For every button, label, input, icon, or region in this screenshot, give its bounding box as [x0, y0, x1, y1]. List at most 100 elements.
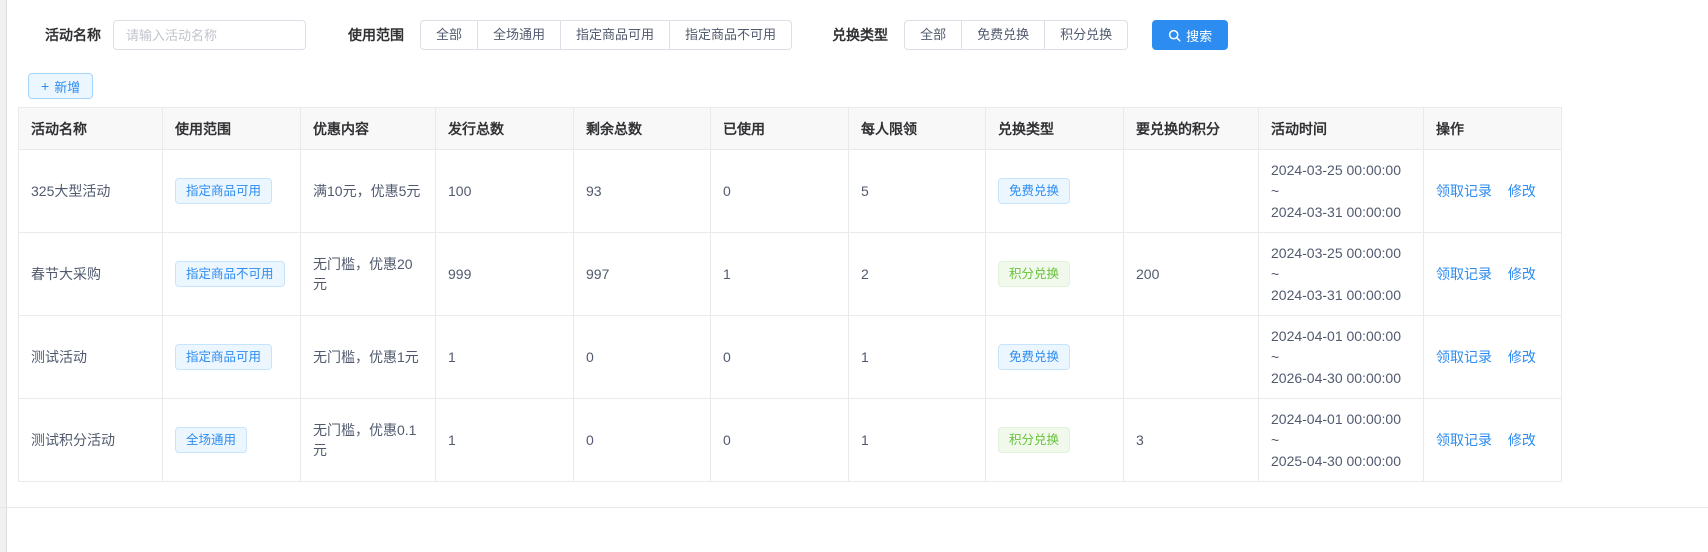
claim-records-link[interactable]: 领取记录: [1436, 183, 1492, 199]
add-button[interactable]: + 新增: [28, 73, 93, 99]
time-separator: ~: [1271, 430, 1411, 451]
search-icon: [1168, 29, 1181, 42]
cell-points-required: 3: [1124, 399, 1259, 482]
modify-link[interactable]: 修改: [1508, 266, 1536, 282]
table-row: 春节大采购 指定商品不可用 无门槛，优惠20元 999 997 1 2 积分兑换…: [19, 233, 1562, 316]
claim-records-link[interactable]: 领取记录: [1436, 349, 1492, 365]
cell-exchange-type: 免费兑换: [986, 150, 1124, 233]
cell-scope: 指定商品可用: [163, 150, 301, 233]
exchange-type-label: 兑换类型: [832, 25, 888, 45]
scope-tag: 指定商品可用: [175, 344, 272, 370]
search-button[interactable]: 搜索: [1152, 20, 1228, 50]
exchange-type-tag: 积分兑换: [998, 427, 1070, 453]
cell-points-required: [1124, 316, 1259, 399]
table-body: 325大型活动 指定商品可用 满10元，优惠5元 100 93 0 5 免费兑换…: [19, 150, 1562, 482]
col-header-scope: 使用范围: [163, 108, 301, 150]
col-header-points-required: 要兑换的积分: [1124, 108, 1259, 150]
modify-link[interactable]: 修改: [1508, 432, 1536, 448]
col-header-total-issued: 发行总数: [436, 108, 574, 150]
table-row: 325大型活动 指定商品可用 满10元，优惠5元 100 93 0 5 免费兑换…: [19, 150, 1562, 233]
cell-limit-per-person: 1: [849, 316, 986, 399]
scope-tag: 全场通用: [175, 427, 247, 453]
time-separator: ~: [1271, 181, 1411, 202]
cell-used: 0: [711, 316, 849, 399]
cell-activity-time: 2024-03-25 00:00:00 ~ 2024-03-31 00:00:0…: [1259, 150, 1424, 233]
time-end: 2024-03-31 00:00:00: [1271, 202, 1411, 223]
col-header-exchange-type: 兑换类型: [986, 108, 1124, 150]
cell-points-required: [1124, 150, 1259, 233]
modify-link[interactable]: 修改: [1508, 349, 1536, 365]
page-left-edge: [0, 0, 7, 552]
time-separator: ~: [1271, 264, 1411, 285]
exchange-option-free[interactable]: 免费兑换: [962, 20, 1045, 50]
claim-records-link[interactable]: 领取记录: [1436, 266, 1492, 282]
col-header-remaining: 剩余总数: [574, 108, 711, 150]
cell-actions: 领取记录 修改: [1424, 233, 1562, 316]
search-button-label: 搜索: [1186, 26, 1212, 45]
time-separator: ~: [1271, 347, 1411, 368]
scope-tag: 指定商品可用: [175, 178, 272, 204]
cell-discount-content: 满10元，优惠5元: [301, 150, 436, 233]
cell-discount-content: 无门槛，优惠1元: [301, 316, 436, 399]
col-header-activity-name: 活动名称: [19, 108, 163, 150]
scope-radio-group: 全部 全场通用 指定商品可用 指定商品不可用: [420, 20, 792, 50]
time-start: 2024-04-01 00:00:00: [1271, 409, 1411, 430]
scope-option-designated-allowed[interactable]: 指定商品可用: [561, 20, 670, 50]
exchange-type-tag: 积分兑换: [998, 261, 1070, 287]
modify-link[interactable]: 修改: [1508, 183, 1536, 199]
scope-option-all[interactable]: 全部: [420, 20, 478, 50]
plus-icon: +: [41, 79, 49, 93]
activity-name-input[interactable]: [113, 20, 306, 50]
filter-bar: 活动名称 使用范围 全部 全场通用 指定商品可用 指定商品不可用 兑换类型 全部…: [45, 20, 1708, 50]
cell-total-issued: 1: [436, 399, 574, 482]
claim-records-link[interactable]: 领取记录: [1436, 432, 1492, 448]
cell-remaining: 997: [574, 233, 711, 316]
cell-used: 0: [711, 150, 849, 233]
cell-points-required: 200: [1124, 233, 1259, 316]
scope-option-designated-not-allowed[interactable]: 指定商品不可用: [670, 20, 792, 50]
cell-total-issued: 1: [436, 316, 574, 399]
exchange-radio-group: 全部 免费兑换 积分兑换: [904, 20, 1128, 50]
cell-limit-per-person: 2: [849, 233, 986, 316]
table-row: 测试活动 指定商品可用 无门槛，优惠1元 1 0 0 1 免费兑换 2024-0…: [19, 316, 1562, 399]
scope-option-universal[interactable]: 全场通用: [478, 20, 561, 50]
table-header: 活动名称 使用范围 优惠内容 发行总数 剩余总数 已使用 每人限领 兑换类型 要…: [19, 108, 1562, 150]
activity-name-label: 活动名称: [45, 25, 101, 45]
exchange-type-tag: 免费兑换: [998, 344, 1070, 370]
col-header-actions: 操作: [1424, 108, 1562, 150]
exchange-type-tag: 免费兑换: [998, 178, 1070, 204]
cell-remaining: 0: [574, 399, 711, 482]
add-button-label: 新增: [54, 77, 80, 96]
cell-actions: 领取记录 修改: [1424, 399, 1562, 482]
col-header-activity-time: 活动时间: [1259, 108, 1424, 150]
time-start: 2024-03-25 00:00:00: [1271, 243, 1411, 264]
cell-remaining: 0: [574, 316, 711, 399]
cell-total-issued: 100: [436, 150, 574, 233]
scope-tag: 指定商品不可用: [175, 261, 285, 287]
exchange-option-points[interactable]: 积分兑换: [1045, 20, 1128, 50]
cell-activity-name: 测试积分活动: [19, 399, 163, 482]
cell-activity-time: 2024-04-01 00:00:00 ~ 2025-04-30 00:00:0…: [1259, 399, 1424, 482]
table-row: 测试积分活动 全场通用 无门槛，优惠0.1元 1 0 0 1 积分兑换 3 20…: [19, 399, 1562, 482]
cell-activity-name: 测试活动: [19, 316, 163, 399]
cell-discount-content: 无门槛，优惠0.1元: [301, 399, 436, 482]
cell-used: 0: [711, 399, 849, 482]
cell-actions: 领取记录 修改: [1424, 316, 1562, 399]
cell-total-issued: 999: [436, 233, 574, 316]
cell-scope: 指定商品可用: [163, 316, 301, 399]
cell-limit-per-person: 5: [849, 150, 986, 233]
cell-remaining: 93: [574, 150, 711, 233]
cell-actions: 领取记录 修改: [1424, 150, 1562, 233]
time-end: 2025-04-30 00:00:00: [1271, 451, 1411, 472]
cell-activity-time: 2024-03-25 00:00:00 ~ 2024-03-31 00:00:0…: [1259, 233, 1424, 316]
time-end: 2024-03-31 00:00:00: [1271, 285, 1411, 306]
cell-scope: 全场通用: [163, 399, 301, 482]
exchange-option-all[interactable]: 全部: [904, 20, 962, 50]
cell-activity-time: 2024-04-01 00:00:00 ~ 2026-04-30 00:00:0…: [1259, 316, 1424, 399]
col-header-limit-per-person: 每人限领: [849, 108, 986, 150]
time-start: 2024-03-25 00:00:00: [1271, 160, 1411, 181]
cell-exchange-type: 积分兑换: [986, 233, 1124, 316]
cell-used: 1: [711, 233, 849, 316]
activity-table: 活动名称 使用范围 优惠内容 发行总数 剩余总数 已使用 每人限领 兑换类型 要…: [18, 107, 1561, 482]
time-end: 2026-04-30 00:00:00: [1271, 368, 1411, 389]
